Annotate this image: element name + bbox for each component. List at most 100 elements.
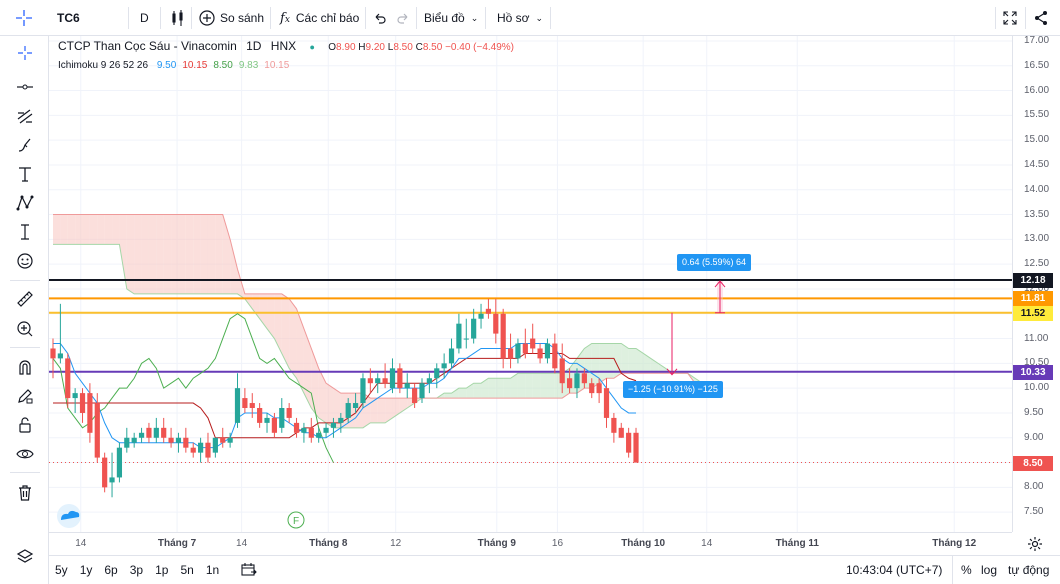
chart-menu-button[interactable]: Biểu đồ ⌄ — [424, 0, 478, 36]
indicator-value: 10.15 — [264, 60, 290, 71]
candle — [153, 427, 159, 438]
indicator-values: 9.50 10.15 8.50 9.83 10.15 — [151, 60, 289, 71]
delete-tool[interactable] — [12, 480, 38, 506]
price-chart: F — [49, 36, 1012, 532]
cloud-segment — [148, 214, 157, 294]
clock-label[interactable]: 10:43:04 (UTC+7) — [846, 556, 942, 584]
pattern-tool[interactable] — [12, 190, 38, 216]
emoji-tool[interactable] — [12, 248, 38, 274]
cloud-segment — [532, 373, 541, 399]
c-value: 8.50 — [422, 42, 443, 53]
log-toggle[interactable]: log — [981, 556, 997, 584]
redo-button[interactable] — [396, 0, 410, 36]
price-tick: 16.00 — [1024, 84, 1050, 96]
text-icon — [19, 167, 31, 182]
h-value: 9.20 — [365, 42, 385, 53]
crosshair-cursor-icon[interactable] — [12, 0, 36, 36]
undo-button[interactable] — [373, 0, 387, 36]
candle — [441, 363, 447, 369]
fib-icon — [17, 109, 33, 124]
ruler-tool[interactable] — [12, 286, 38, 312]
candle — [257, 408, 263, 423]
time-tick: Tháng 10 — [621, 538, 666, 549]
candle — [412, 388, 418, 404]
candle — [360, 378, 366, 404]
cloud-segment — [156, 214, 164, 294]
plus-circle-icon — [199, 10, 215, 26]
price-badge: 12.18 — [1013, 273, 1053, 289]
chart-style-button[interactable] — [170, 0, 186, 36]
cloud-segment — [178, 214, 186, 294]
lock-tool[interactable] — [12, 412, 38, 438]
fib-tool[interactable] — [12, 103, 38, 129]
candle — [626, 432, 632, 453]
candle — [352, 403, 359, 408]
profile-menu-button[interactable]: Hồ sơ ⌄ — [497, 0, 543, 36]
candle — [367, 378, 373, 384]
legend-indicator[interactable]: Ichimoku 9 26 52 26 9.50 10.15 8.50 9.83 10.… — [58, 60, 289, 71]
ruler-icon — [17, 291, 33, 307]
go-to-date-button[interactable] — [241, 562, 257, 578]
cloud-segment — [488, 378, 496, 399]
candle — [205, 442, 211, 458]
cloud-segment — [326, 383, 334, 428]
cloud-segment — [377, 398, 386, 423]
lock-drawing-tool[interactable] — [12, 383, 38, 409]
candle — [530, 338, 536, 349]
candle — [50, 348, 56, 359]
chart-pane[interactable]: F 0.64 (5.59%) 64 −1.25 (−10.91%) −125 — [49, 36, 1012, 532]
range-button-1p[interactable]: 1p — [155, 563, 168, 577]
range-button-1n[interactable]: 1n — [206, 563, 219, 577]
range-button-1y[interactable]: 1y — [80, 563, 93, 577]
measure-tool[interactable] — [12, 219, 38, 245]
candle — [567, 378, 573, 389]
candle — [375, 378, 381, 384]
candle — [212, 437, 218, 453]
fx-icon: fx — [280, 10, 290, 26]
candle — [198, 442, 204, 453]
candle — [308, 427, 314, 438]
candle — [57, 353, 63, 359]
auto-scale-toggle[interactable]: tự động — [1008, 556, 1049, 584]
text-tool[interactable] — [12, 161, 38, 187]
symbol-search[interactable]: TC6 — [57, 0, 80, 36]
time-tick: Tháng 8 — [309, 538, 348, 549]
zoom-tool[interactable] — [12, 316, 38, 342]
cloud-segment — [628, 348, 637, 374]
legend-main: CTCP Than Cọc Sáu - Vinacomin 1D HNX ● O… — [58, 39, 514, 53]
time-tick: 14 — [236, 538, 248, 549]
candle — [168, 437, 174, 443]
object-tree-tool[interactable] — [12, 544, 38, 570]
range-button-6p[interactable]: 6p — [104, 563, 117, 577]
drawing-toolbar — [0, 36, 49, 584]
candle — [633, 432, 639, 463]
candle — [345, 403, 351, 418]
cloud-segment — [82, 214, 90, 245]
cross-tool[interactable] — [12, 40, 38, 66]
price-tick: 7.50 — [1024, 506, 1044, 518]
time-axis[interactable]: 14 Tháng 7 14 Tháng 8 12 Tháng 9 16 Tháng 10 14 T… — [49, 532, 1012, 554]
chart-settings-button[interactable] — [1027, 536, 1043, 552]
percent-toggle[interactable]: % — [961, 556, 972, 584]
h-key: H — [358, 42, 366, 53]
range-button-5y[interactable]: 5y — [55, 563, 68, 577]
cloud-segment — [215, 214, 223, 294]
share-button[interactable] — [1033, 0, 1049, 36]
range-button-3p[interactable]: 3p — [130, 563, 143, 577]
range-button-5n[interactable]: 5n — [180, 563, 193, 577]
interval-button[interactable]: D — [140, 0, 149, 36]
compare-button[interactable]: So sánh — [199, 0, 264, 36]
candle — [611, 417, 617, 433]
hide-tool[interactable] — [12, 441, 38, 467]
fullscreen-button[interactable] — [1002, 0, 1018, 36]
redo-icon — [397, 13, 408, 24]
candle — [544, 343, 551, 359]
trend-line-tool[interactable] — [12, 74, 38, 100]
cloud-segment — [606, 343, 614, 379]
candle — [500, 313, 506, 359]
price-badge: 10.33 — [1013, 364, 1053, 380]
brush-tool[interactable] — [12, 132, 38, 158]
magnet-tool[interactable] — [12, 354, 38, 380]
candle — [323, 427, 329, 433]
indicators-button[interactable]: fx Các chỉ báo — [280, 0, 359, 36]
